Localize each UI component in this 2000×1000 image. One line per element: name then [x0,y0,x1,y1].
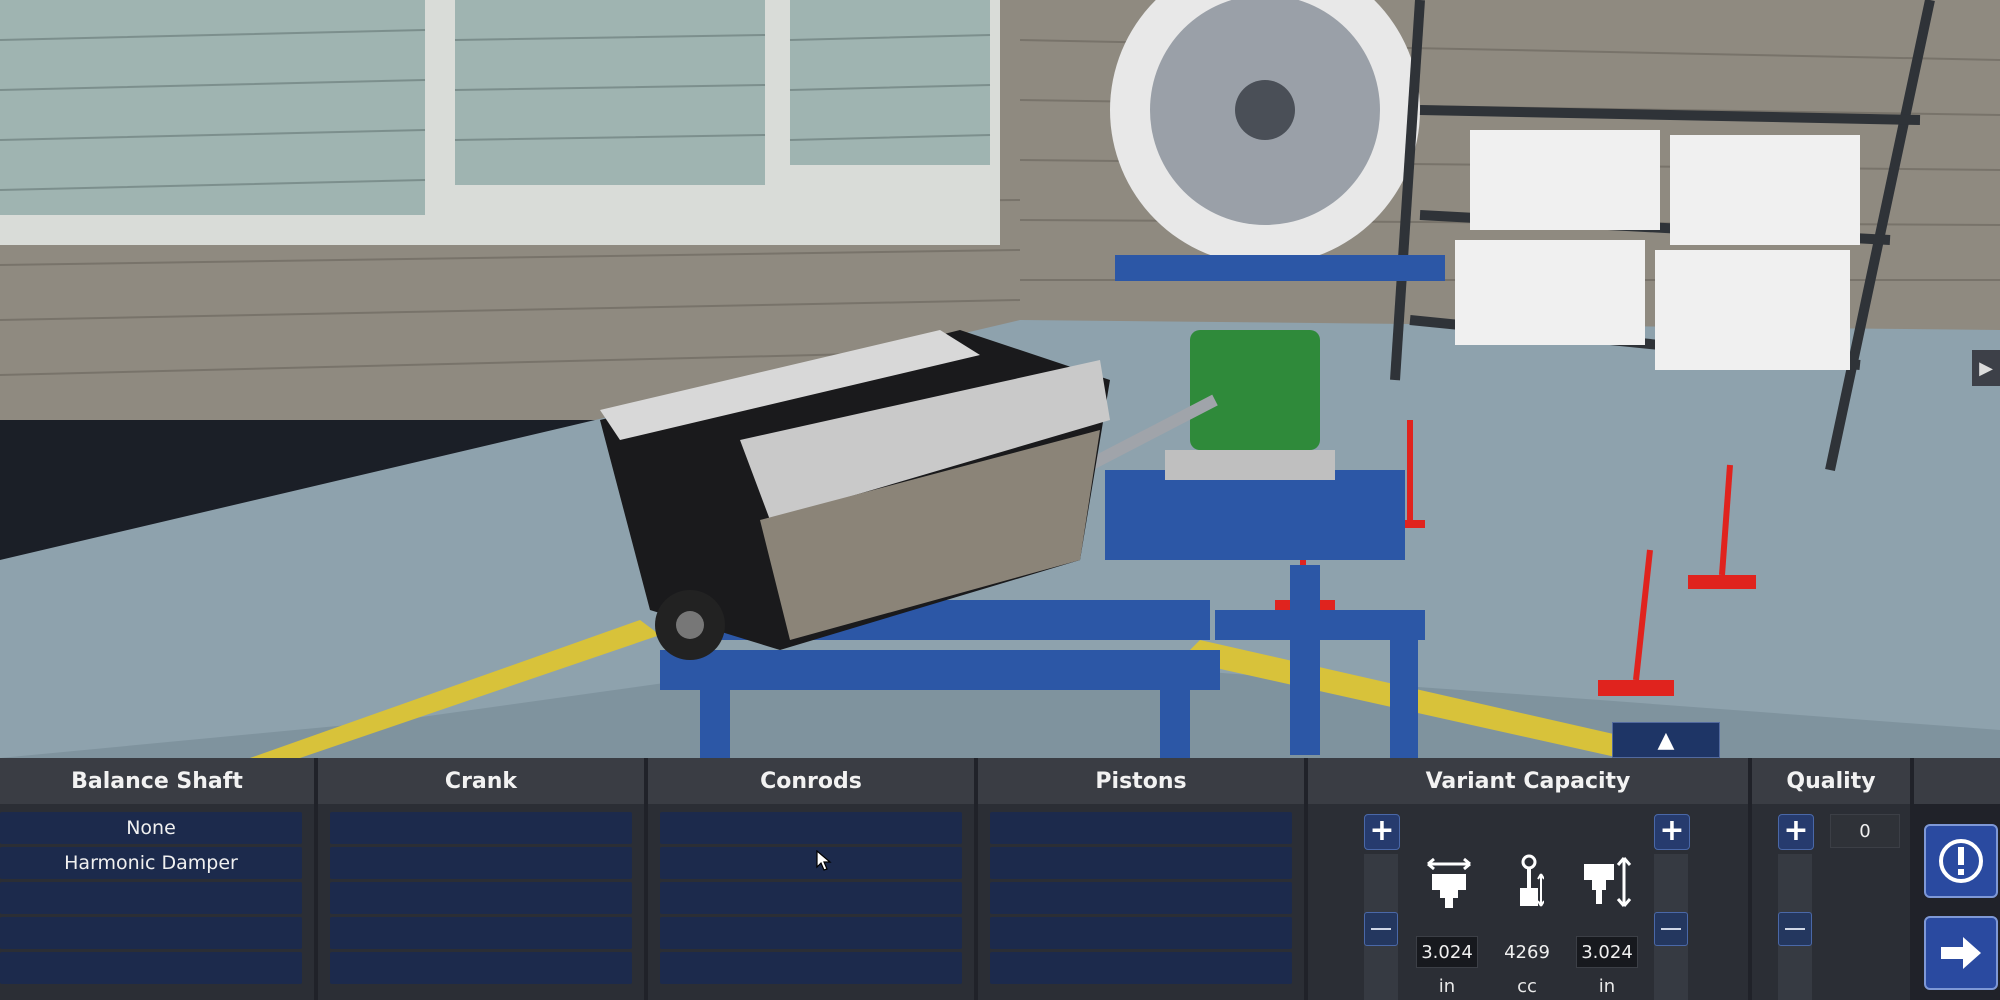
chevron-right-icon: ▶ [1979,357,1993,379]
list-item-empty [660,952,962,984]
bore-increase-button[interactable]: + [1364,814,1400,850]
list-item-empty [330,882,632,914]
list-item-none[interactable]: None [0,812,302,844]
list-item-empty [0,882,302,914]
chevron-up-icon: ▲ [1657,727,1675,753]
stroke-value: 3.024 [1576,936,1638,968]
balance-shaft-header: Balance Shaft [0,758,314,804]
list-item-empty[interactable] [990,847,1292,879]
stroke-unit: in [1576,976,1638,997]
list-item-empty [990,882,1292,914]
quality-header: Quality [1752,758,1910,804]
stroke-slider-handle[interactable] [1654,912,1688,946]
balance-shaft-column: Balance Shaft None Harmonic Damper [0,758,314,1000]
crank-column: Crank [318,758,644,1000]
engine-config-panel: Balance Shaft None Harmonic Damper Crank… [0,758,2000,1000]
engine-scene [0,0,2000,758]
exclamation-icon [1939,839,1983,883]
capacity-value: 4269 [1496,936,1558,968]
quality-slider-handle[interactable] [1778,912,1812,946]
mouse-cursor-icon [816,850,832,871]
bore-slider[interactable] [1364,854,1398,1000]
crank-header: Crank [318,758,644,804]
pistons-header: Pistons [978,758,1304,804]
conrods-list [660,812,962,987]
list-item-empty[interactable] [660,812,962,844]
scene-illustration [0,0,2000,758]
conrods-header: Conrods [648,758,974,804]
variant-capacity-column: Variant Capacity + + 3.024 4269 3.024 in… [1308,758,1748,1000]
bore-icon [1427,857,1471,908]
side-panel-toggle[interactable]: ▶ [1972,350,2000,386]
next-button[interactable] [1924,916,1998,990]
list-item-harmonic-damper[interactable]: Harmonic Damper [0,847,302,879]
pistons-column: Pistons [978,758,1304,1000]
stroke-increase-button[interactable]: + [1654,814,1690,850]
list-item-empty [330,917,632,949]
quality-column: Quality + 0 [1752,758,1910,1000]
list-item-empty [990,917,1292,949]
bore-slider-handle[interactable] [1364,912,1398,946]
capacity-unit: cc [1496,976,1558,997]
quality-value: 0 [1830,814,1900,848]
balance-shaft-list: None Harmonic Damper [0,812,302,987]
displacement-icon [1520,854,1544,907]
list-item-empty[interactable] [660,847,962,879]
list-item-empty[interactable] [330,847,632,879]
list-item-empty [0,952,302,984]
stroke-icon [1584,857,1632,907]
bore-unit: in [1416,976,1478,997]
expand-panel-button[interactable]: ▲ [1612,722,1720,758]
conrods-column: Conrods [648,758,974,1000]
list-item-empty [660,917,962,949]
action-header [1914,758,2000,804]
crank-list [330,812,632,987]
list-item-empty [990,952,1292,984]
quality-increase-button[interactable]: + [1778,814,1814,850]
bore-value: 3.024 [1416,936,1478,968]
list-item-empty [660,882,962,914]
list-item-empty[interactable] [330,812,632,844]
pistons-list [990,812,1292,987]
list-item-empty [330,952,632,984]
list-item-empty [0,917,302,949]
info-button[interactable] [1924,824,1998,898]
action-column [1914,758,2000,1000]
variant-capacity-header: Variant Capacity [1308,758,1748,804]
list-item-empty[interactable] [990,812,1292,844]
arrow-right-icon [1941,937,1981,969]
stroke-slider[interactable] [1654,854,1688,1000]
quality-slider[interactable] [1778,854,1812,1000]
